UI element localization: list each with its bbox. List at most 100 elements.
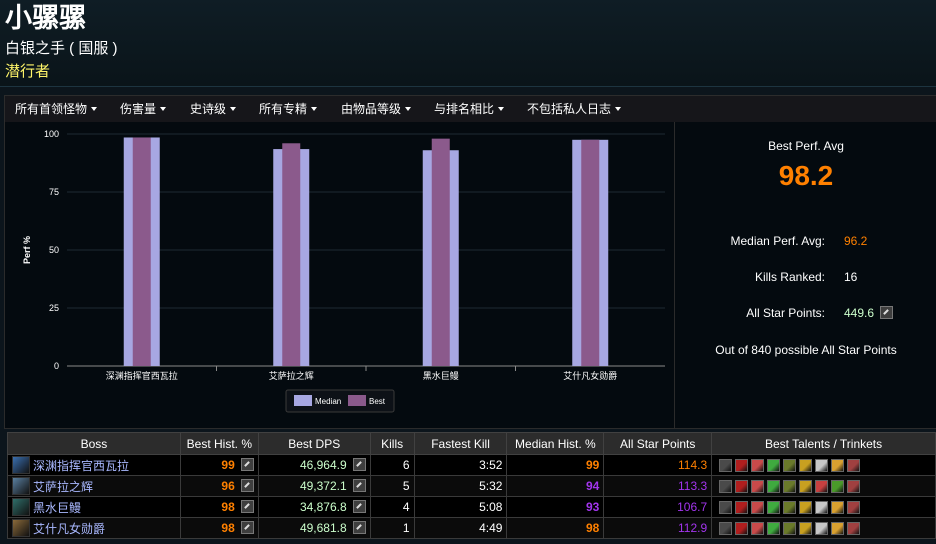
table-header-row: Boss Best Hist. % Best DPS Kills Fastest… (7, 432, 936, 455)
link-icon[interactable] (880, 306, 894, 319)
link-icon[interactable] (240, 500, 254, 513)
best-hist-cell: 98 (179, 517, 259, 539)
talent-icon[interactable] (815, 458, 829, 472)
col-header[interactable]: Median Hist. % (506, 432, 605, 455)
filter-itemlevel-dropdown[interactable]: 由物品等级 (341, 96, 412, 122)
talent-icon[interactable] (783, 521, 797, 535)
talent-icon[interactable] (735, 521, 749, 535)
talent-icon[interactable] (719, 479, 733, 493)
all-star-points-cell: 112.9 (603, 517, 713, 539)
boss-name[interactable]: 艾什凡女勋爵 (33, 522, 105, 536)
y-tick-label: 100 (44, 129, 59, 139)
chevron-down-icon (160, 107, 167, 111)
link-icon[interactable] (352, 479, 366, 492)
trinket-icon[interactable] (847, 500, 861, 514)
trinket-icon[interactable] (831, 521, 845, 535)
talent-icon[interactable] (719, 521, 733, 535)
legend-label-median: Median (315, 397, 341, 406)
legend-label-best: Best (369, 397, 386, 406)
link-icon[interactable] (240, 458, 254, 471)
bar-best (581, 139, 600, 366)
talents-cell (711, 454, 936, 476)
bar-best (431, 138, 450, 366)
filter-spec-dropdown[interactable]: 所有专精 (259, 96, 318, 122)
trinket-icon[interactable] (831, 479, 845, 493)
talents-cell (711, 496, 936, 518)
talent-icon[interactable] (815, 479, 829, 493)
best-hist-value: 96 (221, 479, 235, 493)
talent-icon[interactable] (751, 521, 765, 535)
talent-icon[interactable] (799, 500, 813, 514)
link-icon[interactable] (240, 521, 254, 534)
median-hist-cell: 94 (506, 475, 605, 497)
col-header[interactable]: Best Talents / Trinkets (711, 432, 936, 455)
talent-icon[interactable] (799, 479, 813, 493)
link-icon[interactable] (240, 479, 254, 492)
col-header[interactable]: Kills (369, 432, 415, 455)
col-header[interactable]: Boss (7, 432, 181, 455)
talent-icon[interactable] (719, 458, 733, 472)
filter-boss-dropdown[interactable]: 所有首领怪物 (15, 96, 98, 122)
boss-name[interactable]: 黑水巨鳗 (33, 501, 81, 515)
talent-icon[interactable] (783, 500, 797, 514)
talent-icon[interactable] (767, 458, 781, 472)
talent-icon[interactable] (751, 458, 765, 472)
table-row: 艾什凡女勋爵 98 49,681.8 1 4:49 98 112.9 (7, 517, 936, 539)
talent-icon[interactable] (719, 500, 733, 514)
boss-cell[interactable]: 深渊指挥官西瓦拉 (7, 454, 181, 476)
filter-difficulty-dropdown[interactable]: 史诗级 (190, 96, 237, 122)
kills-cell: 6 (369, 454, 415, 476)
talent-icon[interactable] (735, 479, 749, 493)
x-tick-label: 艾萨拉之辉 (269, 370, 314, 381)
talent-icon[interactable] (815, 521, 829, 535)
talent-icon[interactable] (735, 500, 749, 514)
talent-icon[interactable] (783, 479, 797, 493)
talent-icon[interactable] (783, 458, 797, 472)
boss-name[interactable]: 深渊指挥官西瓦拉 (33, 459, 129, 473)
legend-swatch-median (294, 395, 312, 406)
boss-cell[interactable]: 艾萨拉之辉 (7, 475, 181, 497)
boss-cell[interactable]: 艾什凡女勋爵 (7, 517, 181, 539)
talent-icon[interactable] (799, 458, 813, 472)
talent-icon[interactable] (751, 500, 765, 514)
filter-label: 史诗级 (190, 102, 227, 116)
talent-icon[interactable] (799, 521, 813, 535)
trinket-icon[interactable] (831, 458, 845, 472)
rankings-table: Boss Best Hist. % Best DPS Kills Fastest… (7, 432, 936, 539)
best-hist-value: 99 (221, 458, 235, 472)
all-star-points-cell: 113.3 (603, 475, 713, 497)
col-header[interactable]: All Star Points (603, 432, 713, 455)
link-icon[interactable] (352, 500, 366, 513)
boss-name[interactable]: 艾萨拉之辉 (33, 480, 93, 494)
median-perf-value: 96.2 (844, 234, 868, 248)
trinket-icon[interactable] (847, 479, 861, 493)
link-icon[interactable] (352, 458, 366, 471)
trinket-icon[interactable] (847, 458, 861, 472)
fastest-kill-cell: 3:52 (413, 454, 508, 476)
filter-label: 所有专精 (259, 102, 308, 116)
talent-icon[interactable] (767, 479, 781, 493)
col-header[interactable]: Best DPS (257, 432, 371, 455)
trinket-icon[interactable] (831, 500, 845, 514)
talent-icon[interactable] (767, 521, 781, 535)
performance-chart: 0 25 50 75 100 Perf % 深渊指挥官西瓦拉 艾萨拉之辉 黑水巨鳗 艾什凡女勋爵 M… (22, 129, 665, 413)
best-hist-cell: 98 (179, 496, 259, 518)
median-hist-cell: 99 (506, 454, 605, 476)
boss-cell[interactable]: 黑水巨鳗 (7, 496, 181, 518)
trinket-icon[interactable] (847, 521, 861, 535)
col-header[interactable]: Best Hist. % (179, 432, 259, 455)
best-dps-value: 49,681.8 (299, 521, 347, 535)
talent-icons (716, 521, 931, 535)
character-server: 白银之手 ( 国服 ) (5, 40, 118, 57)
col-header[interactable]: Fastest Kill (413, 432, 508, 455)
talent-icon[interactable] (767, 500, 781, 514)
filter-private-logs-dropdown[interactable]: 不包括私人日志 (527, 96, 622, 122)
filter-label: 与排名相比 (434, 102, 495, 116)
link-icon[interactable] (352, 521, 366, 534)
talent-icon[interactable] (751, 479, 765, 493)
talent-icon[interactable] (815, 500, 829, 514)
x-tick-label: 黑水巨鳗 (423, 370, 459, 381)
filter-compare-dropdown[interactable]: 与排名相比 (434, 96, 505, 122)
filter-metric-dropdown[interactable]: 伤害量 (120, 96, 167, 122)
talent-icon[interactable] (735, 458, 749, 472)
